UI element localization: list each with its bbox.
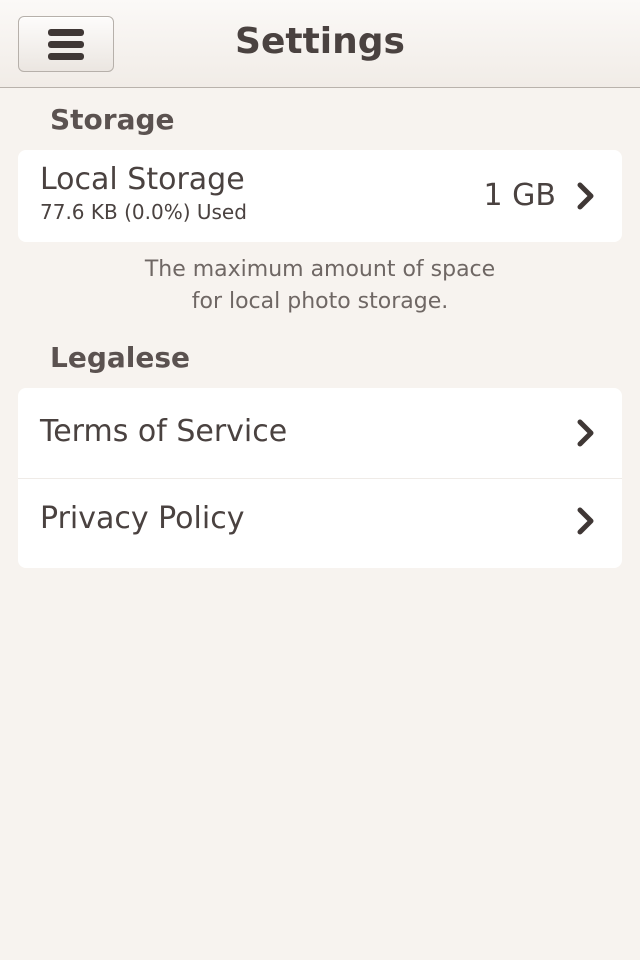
storage-note-line1: The maximum amount of space (144, 257, 496, 282)
navigation-bar: Settings (0, 0, 640, 88)
chevron-right-icon (577, 182, 594, 210)
local-storage-title: Local Storage (40, 162, 245, 197)
storage-card: Local Storage 77.6 KB (0.0%) Used 1 GB (18, 150, 622, 242)
chevron-right-icon (577, 507, 594, 535)
menu-button[interactable] (18, 16, 114, 72)
terms-of-service-row[interactable]: Terms of Service (18, 388, 622, 478)
storage-note-line2: for local photo storage. (191, 289, 449, 314)
legalese-card: Terms of Service Privacy Policy (18, 388, 622, 568)
local-storage-limit: 1 GB (483, 178, 556, 213)
hamburger-icon (48, 29, 84, 61)
storage-note: The maximum amount of space for local ph… (0, 254, 640, 318)
section-header-legalese: Legalese (50, 341, 191, 374)
privacy-policy-row[interactable]: Privacy Policy (18, 478, 622, 568)
section-header-storage: Storage (50, 103, 175, 136)
local-storage-usage: 77.6 KB (0.0%) Used (40, 200, 247, 224)
chevron-right-icon (577, 419, 594, 447)
local-storage-row[interactable]: Local Storage 77.6 KB (0.0%) Used 1 GB (18, 150, 622, 242)
privacy-policy-label: Privacy Policy (40, 501, 245, 536)
terms-of-service-label: Terms of Service (40, 414, 288, 449)
